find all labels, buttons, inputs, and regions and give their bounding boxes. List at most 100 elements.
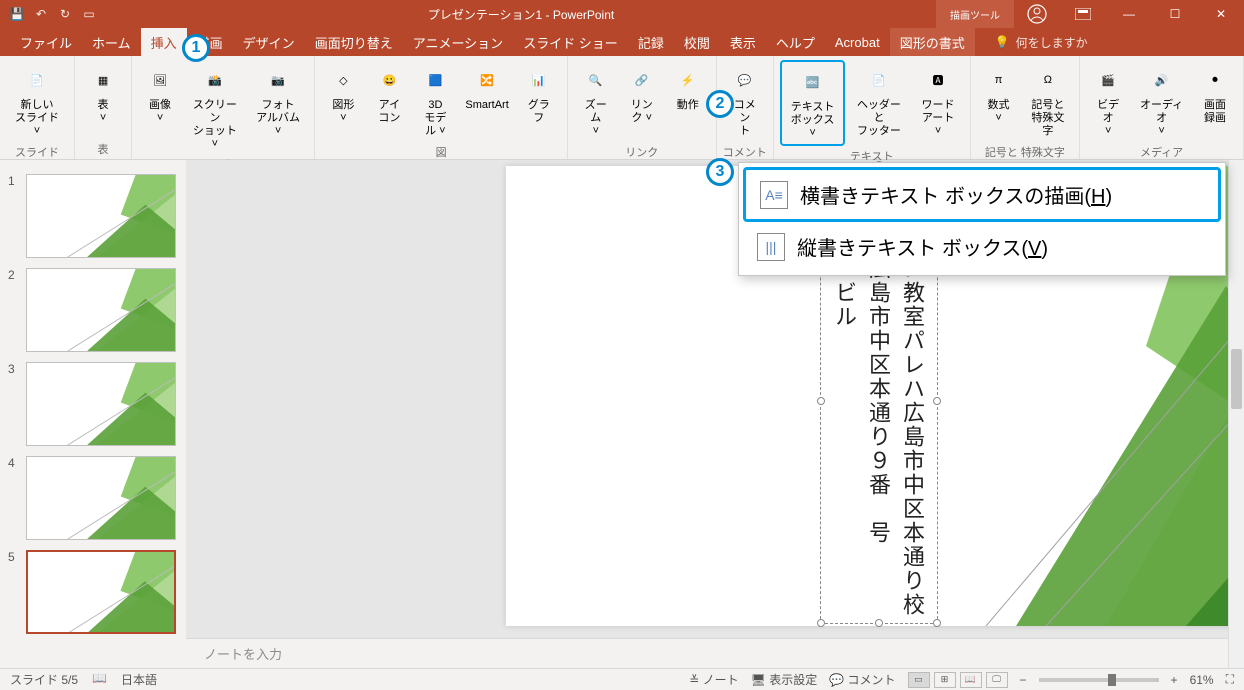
slide-thumbnail[interactable] xyxy=(26,174,176,258)
slide-thumbnail[interactable] xyxy=(26,550,176,634)
slide-thumbnail[interactable] xyxy=(26,268,176,352)
slide-thumbnail[interactable] xyxy=(26,362,176,446)
ribbon-button[interactable]: 🔗リン ク ˅ xyxy=(620,60,664,142)
tab-home[interactable]: ホーム xyxy=(82,28,141,56)
ribbon-button[interactable]: 🔤テキスト ボックス ˅ xyxy=(780,60,846,146)
ribbon-icon: 📄 xyxy=(21,64,53,96)
maximize-icon[interactable]: ☐ xyxy=(1152,0,1198,28)
ribbon-button-label: テキスト ボックス ˅ xyxy=(788,101,838,140)
ribbon-button[interactable]: π数式 ˅ xyxy=(977,60,1021,142)
zoom-out-icon[interactable]: − xyxy=(1020,673,1027,687)
ribbon-button[interactable]: 🔀SmartArt xyxy=(459,60,514,142)
minimize-icon[interactable]: — xyxy=(1106,0,1152,28)
menu-vertical-text-box[interactable]: ||| 縦書きテキスト ボックス(V) xyxy=(743,222,1221,271)
ribbon-button[interactable]: ⏺画面 録画 xyxy=(1193,60,1237,142)
notes-pane[interactable]: ノートを入力 xyxy=(186,638,1244,668)
ribbon-icon: 😀 xyxy=(373,64,405,96)
account-icon[interactable] xyxy=(1014,0,1060,28)
thumbnail-number: 3 xyxy=(8,362,20,376)
menu-horizontal-text-box[interactable]: A≡ 横書きテキスト ボックスの描画(H) xyxy=(743,167,1221,222)
slide-sorter-icon[interactable]: ⊞ xyxy=(934,672,956,688)
ribbon-group-label: 記号と 特殊文字 xyxy=(977,142,1074,162)
ribbon-button-label: 図形 ˅ xyxy=(332,99,354,125)
resize-handle-sw[interactable] xyxy=(817,619,825,627)
tab-slideshow[interactable]: スライド ショー xyxy=(513,28,628,56)
tab-record[interactable]: 記録 xyxy=(628,28,674,56)
tab-view[interactable]: 表示 xyxy=(720,28,766,56)
ribbon-button[interactable]: 🖼画像 ˅ xyxy=(138,60,182,155)
ribbon-button[interactable]: 📊グラフ xyxy=(517,60,561,142)
tell-me-search[interactable]: 💡 何をしますか xyxy=(995,34,1088,51)
undo-icon[interactable]: ↶ xyxy=(32,5,50,23)
status-slide-number[interactable]: スライド 5/5 xyxy=(10,671,78,688)
tab-design[interactable]: デザイン xyxy=(233,28,305,56)
display-settings[interactable]: 🖥 表示設定 xyxy=(751,671,818,688)
ribbon-button[interactable]: 😀 アイ コン xyxy=(367,60,411,142)
ribbon: 📄新しい スライド ˅スライド▦表 ˅表 🖼画像 ˅📸スクリーン ショット ˅📷フ… xyxy=(0,56,1244,160)
resize-handle-s[interactable] xyxy=(875,619,883,627)
ribbon-icon: 💬 xyxy=(729,64,761,96)
ribbon-button[interactable]: 📄ヘッダーと フッター xyxy=(847,60,910,146)
ribbon-group: 🖼画像 ˅📸スクリーン ショット ˅📷フォト アルバム ˅画像 xyxy=(132,56,315,159)
close-icon[interactable]: ✕ xyxy=(1198,0,1244,28)
ribbon-icon: 🔀 xyxy=(471,64,503,96)
ribbon-button[interactable]: 🔊オーディオ ˅ xyxy=(1132,60,1191,142)
ribbon-icon: ⏺ xyxy=(1199,64,1231,96)
status-language[interactable]: 日本語 xyxy=(121,671,157,688)
resize-handle-w[interactable] xyxy=(817,397,825,405)
tab-help[interactable]: ヘルプ xyxy=(766,28,825,56)
ribbon-button[interactable]: 📄新しい スライド ˅ xyxy=(6,60,68,142)
slideshow-view-icon[interactable]: 🖵 xyxy=(986,672,1008,688)
window-title: プレゼンテーション1 - PowerPoint xyxy=(106,6,936,23)
ribbon-button[interactable]: 🔍ズーム ˅ xyxy=(574,60,618,142)
zoom-level[interactable]: 61% xyxy=(1190,673,1214,687)
zoom-in-icon[interactable]: + xyxy=(1171,673,1178,687)
ribbon-button[interactable]: 🅰ワード アート ˅ xyxy=(913,60,964,146)
start-from-beginning-icon[interactable]: ▭ xyxy=(80,5,98,23)
ribbon-button[interactable]: ⚡動作 xyxy=(666,60,710,142)
text-box-dropdown: A≡ 横書きテキスト ボックスの描画(H) ||| 縦書きテキスト ボックス(V… xyxy=(738,162,1226,276)
ribbon-button[interactable]: 📷フォト アルバム ˅ xyxy=(248,60,309,155)
ribbon-icon: 🔤 xyxy=(797,66,829,98)
slide-thumbnail[interactable] xyxy=(26,456,176,540)
save-icon[interactable]: 💾 xyxy=(8,5,26,23)
tab-animations[interactable]: アニメーション xyxy=(403,28,513,56)
view-buttons: ▭ ⊞ 📖 🖵 xyxy=(908,672,1008,688)
resize-handle-se[interactable] xyxy=(933,619,941,627)
reading-view-icon[interactable]: 📖 xyxy=(960,672,982,688)
vertical-scrollbar[interactable] xyxy=(1228,160,1244,668)
ribbon-button-label: スクリーン ショット ˅ xyxy=(190,99,240,151)
ribbon-group-label: 表 xyxy=(81,139,125,159)
notes-toggle[interactable]: ≚ ノート xyxy=(689,671,738,688)
zoom-slider[interactable] xyxy=(1039,678,1159,682)
tab-review[interactable]: 校閲 xyxy=(674,28,720,56)
tab-transitions[interactable]: 画面切り替え xyxy=(305,28,403,56)
ribbon-icon: 🅰 xyxy=(922,64,954,96)
ribbon-group: 📄新しい スライド ˅スライド xyxy=(0,56,75,159)
ribbon-button-label: アイ コン xyxy=(378,99,400,125)
ribbon-group-label: メディア xyxy=(1086,142,1237,162)
spellcheck-icon[interactable]: 📖 xyxy=(92,671,107,688)
ribbon-icon: 📄 xyxy=(863,64,895,96)
tab-file[interactable]: ファイル xyxy=(10,28,82,56)
ribbon-group: π数式 ˅Ω記号と 特殊文字記号と 特殊文字 xyxy=(971,56,1081,159)
window-controls: — ☐ ✕ xyxy=(1014,0,1244,28)
redo-icon[interactable]: ↻ xyxy=(56,5,74,23)
comments-toggle[interactable]: 💬 コメント xyxy=(829,671,895,688)
ribbon-display-icon[interactable] xyxy=(1060,0,1106,28)
thumbnail-number: 2 xyxy=(8,268,20,282)
ribbon-icon: ◇ xyxy=(327,64,359,96)
ribbon-button[interactable]: 📸スクリーン ショット ˅ xyxy=(184,60,246,155)
resize-handle-e[interactable] xyxy=(933,397,941,405)
tab-insert[interactable]: 挿入 xyxy=(141,28,187,56)
ribbon-button[interactable]: ◇ 図形 ˅ xyxy=(321,60,365,142)
tab-shape-format[interactable]: 図形の書式 xyxy=(890,28,975,56)
ribbon-button[interactable]: ▦表 ˅ xyxy=(81,60,125,139)
ribbon-button[interactable]: 🎬ビデオ ˅ xyxy=(1086,60,1130,142)
ribbon-button[interactable]: Ω記号と 特殊文字 xyxy=(1023,60,1074,142)
ribbon-button[interactable]: 🟦3D モデル ˅ xyxy=(413,60,457,142)
normal-view-icon[interactable]: ▭ xyxy=(908,672,930,688)
tab-acrobat[interactable]: Acrobat xyxy=(825,28,890,56)
ribbon-button-label: 数式 ˅ xyxy=(988,99,1010,125)
fit-to-window-icon[interactable]: ⛶ xyxy=(1226,672,1234,687)
